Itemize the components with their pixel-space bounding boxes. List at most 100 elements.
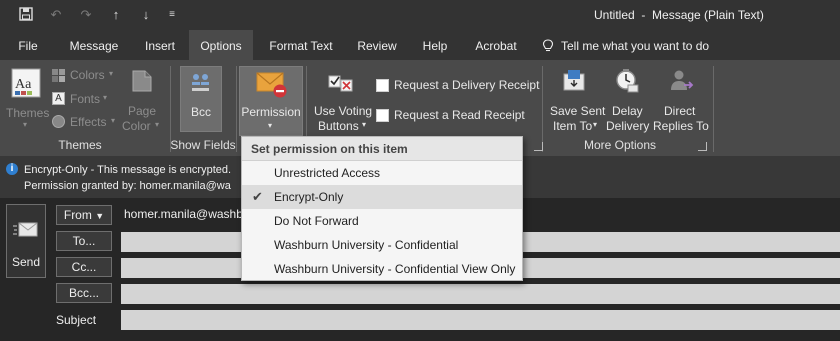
page-color-label-2: Color (122, 119, 151, 133)
undo-icon[interactable]: ↶ (48, 7, 64, 23)
group-divider (236, 66, 237, 152)
colors-icon (52, 69, 65, 82)
permission-dropdown: Set permission on this item Unrestricted… (241, 136, 523, 281)
svg-text:Aa: Aa (15, 77, 32, 92)
page-color-button[interactable]: Page Color ▾ (120, 66, 164, 136)
delivery-receipt-label[interactable]: Request a Delivery Receipt (394, 78, 539, 92)
effects-button[interactable]: Effects (70, 115, 106, 129)
tell-me-search[interactable]: Tell me what you want to do (561, 30, 709, 60)
bcc-icon (192, 74, 209, 91)
chevron-down-icon: ▾ (109, 69, 114, 78)
delay-delivery-button[interactable]: Delay Delivery (604, 66, 652, 136)
menu-item-confidential-view-only[interactable]: Washburn University - Confidential View … (242, 257, 522, 281)
use-voting-buttons-button[interactable]: Use Voting Buttons ▾ (310, 66, 372, 136)
tab-message[interactable]: Message (62, 30, 126, 60)
direct-label-2: Replies To (653, 119, 709, 133)
save-icon[interactable] (18, 7, 34, 23)
menu-item-encrypt-only[interactable]: ✔ Encrypt-Only (242, 185, 522, 209)
checkmark-icon: ✔ (252, 189, 263, 204)
menu-item-confidential[interactable]: Washburn University - Confidential (242, 233, 522, 257)
page-color-label-1: Page (127, 104, 157, 118)
permission-menu-header: Set permission on this item (242, 137, 522, 161)
direct-replies-to-button[interactable]: Direct Replies To (652, 66, 710, 136)
subject-label: Subject (56, 313, 97, 327)
cc-button[interactable]: Cc... (56, 257, 112, 277)
delay-label-1: Delay (612, 104, 643, 118)
themes-group-label: Themes (58, 138, 102, 152)
tab-options[interactable]: Options (189, 30, 253, 60)
bcc-button[interactable]: Bcc... (56, 283, 112, 303)
chevron-down-icon: ▾ (593, 120, 598, 129)
permission-envelope-icon (256, 72, 287, 98)
chevron-down-icon: ▾ (268, 121, 273, 130)
from-label: From (63, 208, 92, 222)
read-receipt-checkbox[interactable] (376, 109, 389, 122)
show-fields-group-label: Show Fields (170, 138, 236, 152)
chevron-down-icon: ▾ (111, 116, 116, 125)
themes-icon: Aa (11, 68, 41, 98)
chevron-down-icon: ▾ (155, 120, 160, 129)
delay-label-2: Delivery (606, 119, 650, 133)
use-voting-label-2: Buttons (318, 119, 359, 133)
voting-icon (328, 75, 353, 92)
permission-label: Permission (241, 105, 301, 119)
redo-icon[interactable]: ↷ (78, 7, 94, 23)
customize-qat-icon[interactable]: ≡ (164, 7, 180, 23)
menu-item-unrestricted-access[interactable]: Unrestricted Access (242, 161, 522, 185)
effects-icon (52, 115, 65, 128)
tab-format-text[interactable]: Format Text (262, 30, 340, 60)
bcc-field[interactable] (121, 284, 840, 304)
bcc-toggle-button[interactable]: Bcc (180, 66, 222, 132)
fonts-icon: A (52, 92, 65, 105)
tab-insert[interactable]: Insert (136, 30, 184, 60)
fonts-button[interactable]: Fonts (70, 92, 100, 106)
read-receipt-label[interactable]: Request a Read Receipt (394, 108, 525, 122)
ribbon-tabs: File Message Insert Options Format Text … (0, 30, 840, 60)
save-sent-item-to-button[interactable]: Save Sent Item To ▾ (546, 66, 606, 136)
save-sent-item-icon (563, 70, 585, 91)
tab-review[interactable]: Review (351, 30, 403, 60)
delay-delivery-icon (616, 69, 639, 93)
dialog-launcher-icon[interactable] (698, 142, 707, 151)
themes-label: Themes (6, 106, 50, 120)
page-color-icon (132, 70, 152, 92)
info-line-2: Permission granted by: homer.manila@wa (24, 180, 231, 192)
chevron-down-icon: ▾ (23, 120, 28, 129)
chevron-down-icon: ▾ (103, 93, 108, 102)
themes-button[interactable]: Aa Themes ▾ (6, 66, 50, 132)
chevron-down-icon: ▼ (95, 211, 105, 221)
group-divider (713, 66, 714, 152)
direct-replies-icon (671, 70, 694, 90)
more-options-group-label: More Options (583, 138, 657, 152)
subject-field[interactable] (121, 310, 840, 330)
window-title: Untitled - Message (Plain Text) (594, 8, 764, 22)
menu-item-do-not-forward[interactable]: Do Not Forward (242, 209, 522, 233)
chevron-down-icon: ▾ (362, 120, 367, 129)
save-sent-label-2: Item To (553, 119, 593, 133)
up-arrow-icon[interactable]: ↑ (108, 7, 124, 23)
direct-label-1: Direct (664, 104, 696, 118)
send-label: Send (11, 255, 41, 269)
title-bar: ↶ ↷ ↑ ↓ ≡ Untitled - Message (Plain Text… (0, 0, 840, 30)
info-line-1: Encrypt-Only - This message is encrypted… (24, 164, 232, 176)
info-icon: i (6, 163, 18, 175)
save-sent-label-1: Save Sent (550, 104, 606, 118)
tab-file[interactable]: File (8, 30, 48, 60)
send-envelope-icon (13, 222, 38, 237)
down-arrow-icon[interactable]: ↓ (138, 7, 154, 23)
from-address: homer.manila@washb (124, 207, 243, 221)
delivery-receipt-checkbox[interactable] (376, 79, 389, 92)
permission-button[interactable]: Permission ▾ (239, 66, 303, 136)
from-button[interactable]: From ▼ (56, 205, 112, 225)
colors-button[interactable]: Colors (70, 68, 105, 82)
tab-help[interactable]: Help (414, 30, 456, 60)
tab-acrobat[interactable]: Acrobat (466, 30, 526, 60)
send-button[interactable]: Send (6, 204, 46, 278)
to-button[interactable]: To... (56, 231, 112, 251)
group-divider (542, 66, 543, 152)
menu-item-label: Encrypt-Only (274, 190, 344, 204)
bcc-label: Bcc (190, 105, 211, 119)
lightbulb-icon (542, 39, 554, 52)
dialog-launcher-icon[interactable] (534, 142, 543, 151)
use-voting-label-1: Use Voting (314, 104, 373, 118)
